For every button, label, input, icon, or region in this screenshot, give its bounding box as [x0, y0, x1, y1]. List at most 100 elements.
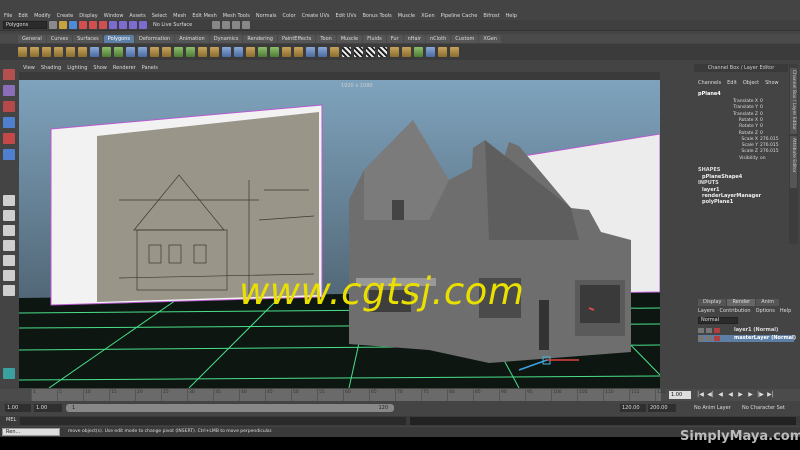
checker-uv-icon[interactable]: [342, 47, 351, 57]
move-tool-icon[interactable]: [3, 117, 15, 128]
four-pane-layout-icon[interactable]: [3, 210, 15, 221]
taskbar-button[interactable]: Ren...: [2, 428, 60, 436]
menu-edit[interactable]: Edit: [18, 13, 28, 19]
triangulate-icon[interactable]: [438, 47, 447, 57]
viewport-panel[interactable]: View Shading Lighting Show Renderer Panels: [19, 64, 660, 388]
viewport-menu-renderer[interactable]: Renderer: [113, 65, 136, 71]
make-live-icon[interactable]: [139, 21, 147, 29]
menu-normals[interactable]: Normals: [256, 13, 277, 19]
layer-menu-options[interactable]: Options: [756, 308, 775, 314]
layer-tab-display[interactable]: Display: [698, 299, 727, 306]
selected-object-name[interactable]: pPlane4: [698, 91, 721, 97]
shelf-tab-toon[interactable]: Toon: [316, 34, 336, 43]
poly-cone-icon[interactable]: [54, 47, 63, 57]
quadrangulate-icon[interactable]: [450, 47, 459, 57]
shelf-tab-muscle[interactable]: Muscle: [336, 34, 363, 43]
menu-bifrost[interactable]: Bifrost: [483, 13, 499, 19]
menu-window[interactable]: Window: [104, 13, 124, 19]
shelf-tab-rendering[interactable]: Rendering: [243, 34, 277, 43]
channel-value[interactable]: 276.015: [760, 137, 779, 142]
channel-value[interactable]: 0: [760, 118, 763, 123]
rotate-tool-icon[interactable]: [3, 133, 15, 144]
select-component-icon[interactable]: [99, 21, 107, 29]
layer-row[interactable]: masterLayer (Normal): [698, 335, 796, 342]
channel-value[interactable]: 0: [760, 112, 763, 117]
shelf-tab-fur[interactable]: Fur: [386, 34, 403, 43]
poly-cube-icon[interactable]: [30, 47, 39, 57]
auto-map-icon[interactable]: [378, 47, 387, 57]
poly-separate-icon[interactable]: [102, 47, 111, 57]
menu-set-dropdown[interactable]: Polygons: [3, 21, 47, 29]
shelf-tab-general[interactable]: General: [18, 34, 46, 43]
poly-sphere-icon[interactable]: [18, 47, 27, 57]
channel-row[interactable]: Scale Z 276.015: [694, 149, 788, 155]
channel-row[interactable]: Rotate Z0: [694, 131, 788, 137]
visibility-toggle[interactable]: [698, 328, 704, 333]
shelf-tab-dynamics[interactable]: Dynamics: [209, 34, 243, 43]
channel-menu-show[interactable]: Show: [765, 80, 779, 86]
channel-value[interactable]: 0: [760, 124, 763, 129]
shelf-tab-nhair[interactable]: nHair: [403, 34, 425, 43]
hypershade-layout-icon[interactable]: [3, 270, 15, 281]
playback-toggle[interactable]: [714, 336, 720, 341]
time-slider[interactable]: 1 5 10 15 20 25 30 35 40 45 50 55 60 65 70 75 80 85 90 95 10…: [0, 389, 800, 401]
menu-muscle[interactable]: Muscle: [398, 13, 415, 19]
menu-mesh[interactable]: Mesh: [173, 13, 186, 19]
channel-menu-object[interactable]: Object: [743, 80, 759, 86]
visibility-toggle[interactable]: [698, 336, 704, 341]
play-backward-icon[interactable]: ◀: [727, 391, 734, 399]
poly-combine-icon[interactable]: [90, 47, 99, 57]
merge-icon[interactable]: [270, 47, 279, 57]
select-tool-icon[interactable]: [3, 69, 15, 80]
step-back-icon[interactable]: ◀|: [707, 391, 714, 399]
render-settings-icon[interactable]: [232, 21, 241, 29]
menu-color[interactable]: Color: [283, 13, 296, 19]
reduce-icon[interactable]: [414, 47, 423, 57]
poly-torus-icon[interactable]: [78, 47, 87, 57]
harden-edge-icon[interactable]: [402, 47, 411, 57]
snap-grid-icon[interactable]: [109, 21, 117, 29]
smooth-icon[interactable]: [150, 47, 159, 57]
bevel-icon[interactable]: [258, 47, 267, 57]
new-scene-icon[interactable]: [49, 21, 57, 29]
offset-edge-loop-icon[interactable]: [234, 47, 243, 57]
poly-extract-icon[interactable]: [114, 47, 123, 57]
multi-cut-icon[interactable]: [246, 47, 255, 57]
time-ruler[interactable]: 1 5 10 15 20 25 30 35 40 45 50 55 60 65 70 75 80 85 90 95 10…: [31, 389, 666, 401]
channel-value[interactable]: 0: [760, 105, 763, 110]
ipr-render-icon[interactable]: [222, 21, 231, 29]
menu-file[interactable]: File: [4, 13, 12, 19]
layer-tab-render[interactable]: Render: [727, 299, 756, 306]
shelf-tab-surfaces[interactable]: Surfaces: [73, 34, 103, 43]
lasso-tool-icon[interactable]: [3, 85, 15, 96]
snap-point-icon[interactable]: [129, 21, 137, 29]
shelf-tab-curves[interactable]: Curves: [46, 34, 73, 43]
shelf-tab-custom[interactable]: Custom: [451, 34, 479, 43]
boolean-difference-icon[interactable]: [138, 47, 147, 57]
shelf-tab-painteffects[interactable]: PaintEffects: [277, 34, 316, 43]
outliner-layout-icon[interactable]: [3, 240, 15, 251]
extrude-icon[interactable]: [174, 47, 183, 57]
end-time-field[interactable]: 120.00: [620, 404, 646, 412]
channel-value[interactable]: on: [760, 156, 766, 161]
layer-tab-anim[interactable]: Anim: [756, 299, 780, 306]
command-input[interactable]: [20, 417, 406, 425]
snap-curve-icon[interactable]: [119, 21, 127, 29]
template-toggle[interactable]: [706, 328, 712, 333]
menu-mesh-tools[interactable]: Mesh Tools: [223, 13, 250, 19]
duplicate-face-icon[interactable]: [306, 47, 315, 57]
viewport-menu-panels[interactable]: Panels: [142, 65, 158, 71]
anim-start-field[interactable]: 1.00: [34, 404, 62, 412]
shelf-tab-polygons[interactable]: Polygons: [103, 34, 134, 43]
single-pane-layout-icon[interactable]: [3, 195, 15, 206]
save-scene-icon[interactable]: [69, 21, 77, 29]
insert-edge-loop-icon[interactable]: [222, 47, 231, 57]
blend-mode-dropdown[interactable]: Normal: [698, 317, 738, 324]
character-set-dropdown[interactable]: No Character Set: [742, 404, 785, 412]
append-polygon-icon[interactable]: [198, 47, 207, 57]
menu-select[interactable]: Select: [152, 13, 167, 19]
shelf-tab-xgen[interactable]: XGen: [479, 34, 501, 43]
layer-menu-contribution[interactable]: Contribution: [720, 308, 751, 314]
step-forward-key-icon[interactable]: ▶: [747, 391, 754, 399]
shelf-tab-ncloth[interactable]: nCloth: [426, 34, 451, 43]
